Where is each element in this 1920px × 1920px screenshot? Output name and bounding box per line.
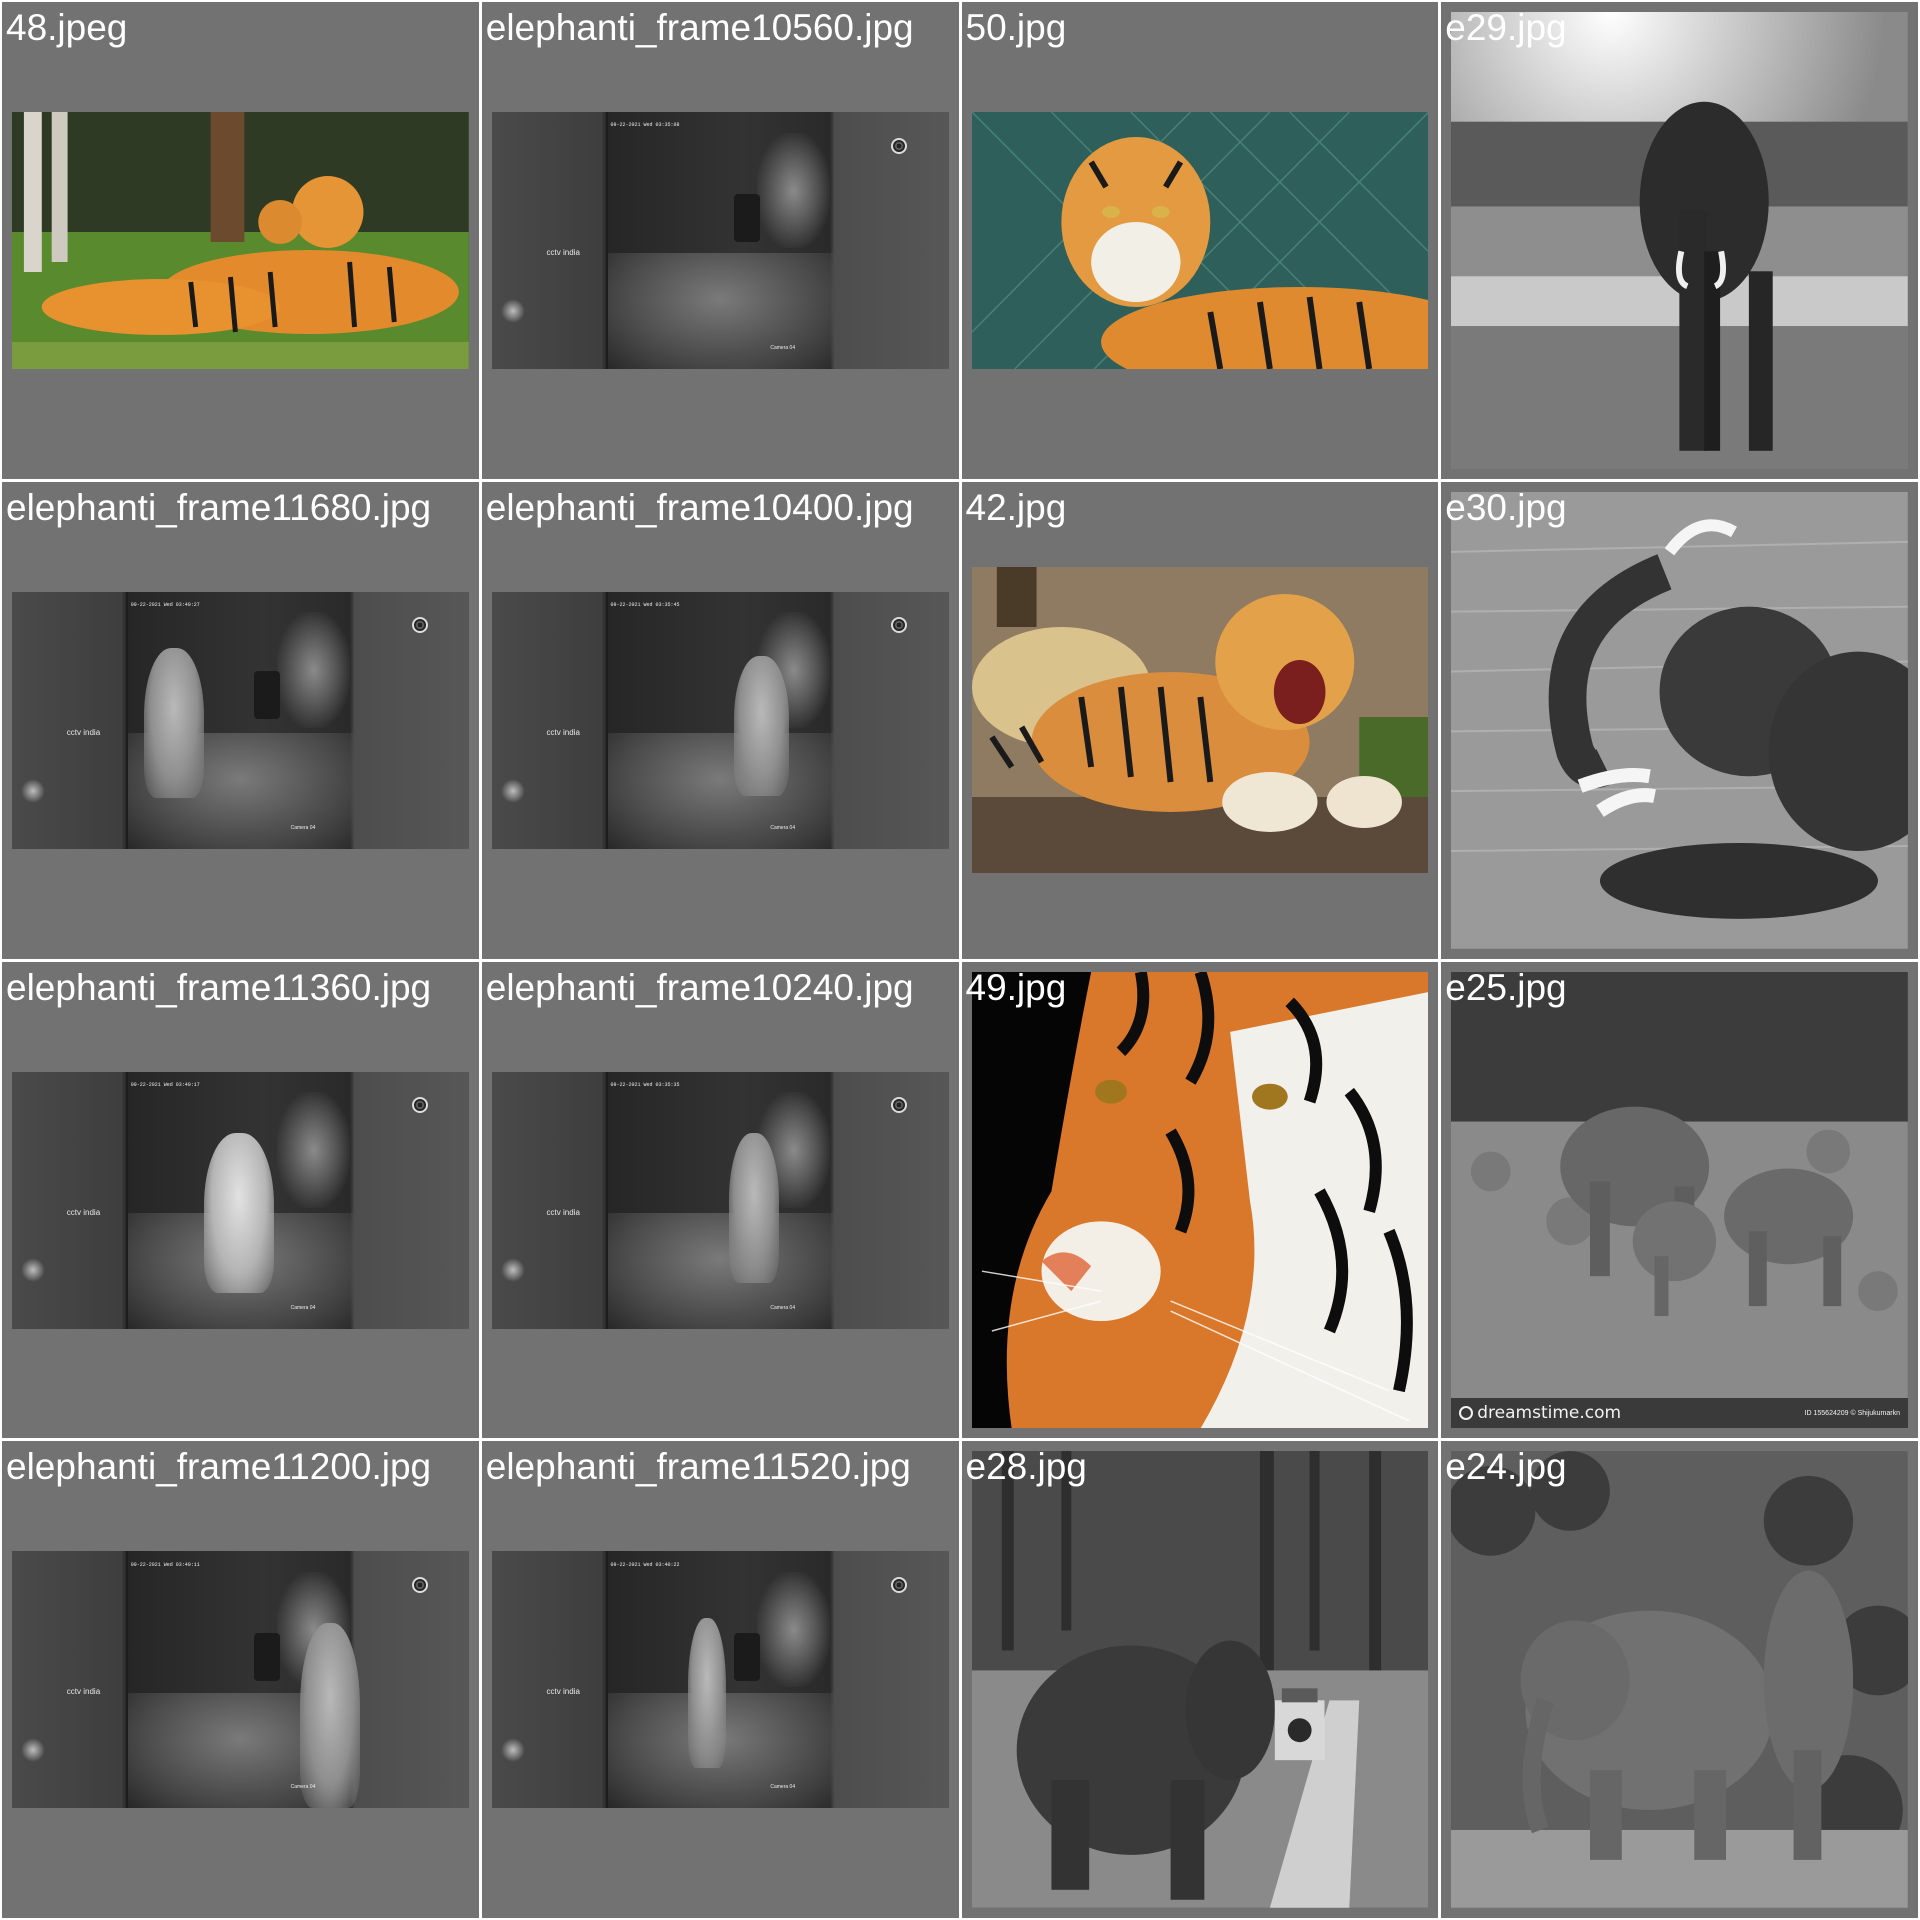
cctv-caption: cctv india	[546, 1687, 580, 1697]
cctv-vehicle	[254, 1633, 281, 1682]
tile-label: 49.jpg	[965, 966, 1067, 1008]
elephant-silhouette	[733, 656, 789, 796]
tile-frame10400[interactable]: elephanti_frame10400.jpg 09-22-2021 Wed …	[481, 481, 959, 959]
tile-label: e25.jpg	[1445, 966, 1567, 1008]
elephant-silhouette	[144, 648, 205, 799]
cctv-frame-photo: 09-22-2021 Wed 03:40:11 cctv india Camer…	[12, 1551, 469, 1809]
cctv-timestamp: 09-22-2021 Wed 03:40:17	[130, 1081, 200, 1088]
cctv-caption: cctv india	[66, 727, 101, 737]
tile-e30[interactable]: e30.jpg	[1441, 481, 1918, 959]
camera-logo-icon	[411, 1576, 428, 1593]
two-elephants-photo	[1451, 1451, 1908, 1908]
watermark-brand: dreamstime.com	[1459, 1403, 1621, 1423]
cctv-timestamp: 09-22-2021 Wed 03:35:35	[610, 1081, 680, 1088]
camera-logo-icon	[891, 1097, 908, 1114]
cctv-camera-label: Camera 04	[770, 824, 796, 831]
tile-label: elephanti_frame10400.jpg	[485, 486, 914, 528]
tile-label: elephanti_frame10240.jpg	[485, 966, 914, 1008]
tile-label: 42.jpg	[965, 486, 1067, 528]
tile-label: elephanti_frame11680.jpg	[6, 486, 432, 528]
elephant-silhouette	[729, 1133, 780, 1284]
image-grid: 48.jpeg elephanti_frame10560.jpg 09-22-2…	[0, 0, 1920, 1920]
cctv-frame-photo: 09-22-2021 Wed 03:40:22 cctv india Camer…	[491, 1551, 949, 1809]
tile-label: elephanti_frame10560.jpg	[485, 7, 914, 48]
tile-frame11680[interactable]: elephanti_frame11680.jpg 09-22-2021 Wed …	[2, 481, 479, 959]
cctv-camera-label: Camera 04	[770, 1784, 796, 1791]
tiger-face-closeup-photo	[971, 971, 1429, 1429]
cctv-camera-label: Camera 04	[770, 345, 796, 352]
cctv-caption: cctv india	[546, 248, 580, 258]
camera-logo-icon	[411, 1097, 428, 1114]
cctv-frame-photo: 09-22-2021 Wed 03:35:35 cctv india Camer…	[491, 1071, 949, 1329]
cctv-timestamp: 09-22-2021 Wed 03:35:45	[610, 602, 680, 609]
tile-e28[interactable]: e28.jpg	[961, 1441, 1439, 1918]
cctv-camera-label: Camera 04	[290, 824, 316, 831]
tiger-lying-photo	[971, 112, 1429, 369]
cctv-caption: cctv india	[546, 727, 580, 737]
tile-label: elephanti_frame11360.jpg	[6, 966, 432, 1008]
elephant-silhouette	[299, 1623, 360, 1809]
tile-frame11200[interactable]: elephanti_frame11200.jpg 09-22-2021 Wed …	[2, 1441, 479, 1918]
tiger-with-cub-photo	[12, 112, 469, 369]
elephant-silhouette	[688, 1618, 727, 1769]
elephant-and-jeep-photo	[971, 1451, 1429, 1908]
tile-48[interactable]: 48.jpeg	[2, 2, 479, 479]
tile-label: elephanti_frame11520.jpg	[485, 1446, 911, 1488]
tile-label: e29.jpg	[1445, 7, 1567, 48]
elephant-spraying-water-photo	[1451, 491, 1908, 949]
tile-label: 50.jpg	[965, 7, 1067, 48]
elephant-silhouette	[203, 1133, 274, 1294]
elephant-herd-photo: dreamstime.com ID 155624209 © Shijukumar…	[1451, 971, 1908, 1429]
cctv-vehicle	[733, 194, 760, 243]
tile-frame11520[interactable]: elephanti_frame11520.jpg 09-22-2021 Wed …	[481, 1441, 959, 1918]
cctv-caption: cctv india	[66, 1687, 101, 1697]
tiger-snarling-photo	[971, 566, 1429, 873]
tile-50[interactable]: 50.jpg	[961, 2, 1439, 479]
cctv-camera-label: Camera 04	[290, 1784, 316, 1791]
watermark-id: ID 155624209 © Shijukumarkn	[1804, 1409, 1900, 1417]
tile-frame10240[interactable]: elephanti_frame10240.jpg 09-22-2021 Wed …	[481, 961, 959, 1439]
cctv-frame-photo: 09-22-2021 Wed 03:35:45 cctv india Camer…	[491, 591, 949, 849]
cctv-frame-photo: 09-22-2021 Wed 03:35:08 cctv india Camer…	[491, 112, 949, 369]
tile-e29[interactable]: e29.jpg	[1441, 2, 1918, 479]
camera-logo-icon	[891, 617, 908, 634]
cctv-timestamp: 09-22-2021 Wed 03:35:08	[610, 122, 680, 129]
cctv-camera-label: Camera 04	[290, 1304, 316, 1311]
cctv-vehicle	[733, 1633, 760, 1682]
tile-49[interactable]: 49.jpg	[961, 961, 1439, 1439]
camera-logo-icon	[891, 1576, 908, 1593]
tile-42[interactable]: 42.jpg	[961, 481, 1439, 959]
camera-logo-icon	[411, 617, 428, 634]
cctv-vehicle	[254, 671, 281, 720]
tile-label: e28.jpg	[965, 1446, 1087, 1488]
tile-label: e24.jpg	[1445, 1446, 1567, 1488]
tile-label: e30.jpg	[1445, 486, 1567, 528]
cctv-frame-photo: 09-22-2021 Wed 03:40:17 cctv india Camer…	[12, 1071, 469, 1329]
tile-label: 48.jpeg	[6, 7, 128, 48]
tile-frame11360[interactable]: elephanti_frame11360.jpg 09-22-2021 Wed …	[2, 961, 479, 1439]
cctv-caption: cctv india	[546, 1207, 580, 1217]
tile-e24[interactable]: e24.jpg	[1441, 1441, 1918, 1918]
dreamstime-logo-icon	[1459, 1406, 1474, 1421]
tile-frame10560[interactable]: elephanti_frame10560.jpg 09-22-2021 Wed …	[481, 2, 959, 479]
cctv-frame-photo: 09-22-2021 Wed 03:40:27 cctv india Camer…	[12, 591, 469, 849]
tile-label: elephanti_frame11200.jpg	[6, 1446, 432, 1488]
cctv-timestamp: 09-22-2021 Wed 03:40:22	[610, 1561, 680, 1568]
watermark-bar: dreamstime.com ID 155624209 © Shijukumar…	[1451, 1398, 1908, 1429]
cctv-timestamp: 09-22-2021 Wed 03:40:11	[130, 1561, 200, 1568]
cctv-caption: cctv india	[66, 1207, 101, 1217]
tile-e25[interactable]: dreamstime.com ID 155624209 © Shijukumar…	[1441, 961, 1918, 1439]
cctv-camera-label: Camera 04	[770, 1304, 796, 1311]
watermark-brand-text: dreamstime.com	[1477, 1403, 1622, 1424]
cctv-timestamp: 09-22-2021 Wed 03:40:27	[130, 602, 200, 609]
camera-logo-icon	[891, 137, 908, 154]
elephant-grayscale-photo	[1451, 12, 1908, 469]
